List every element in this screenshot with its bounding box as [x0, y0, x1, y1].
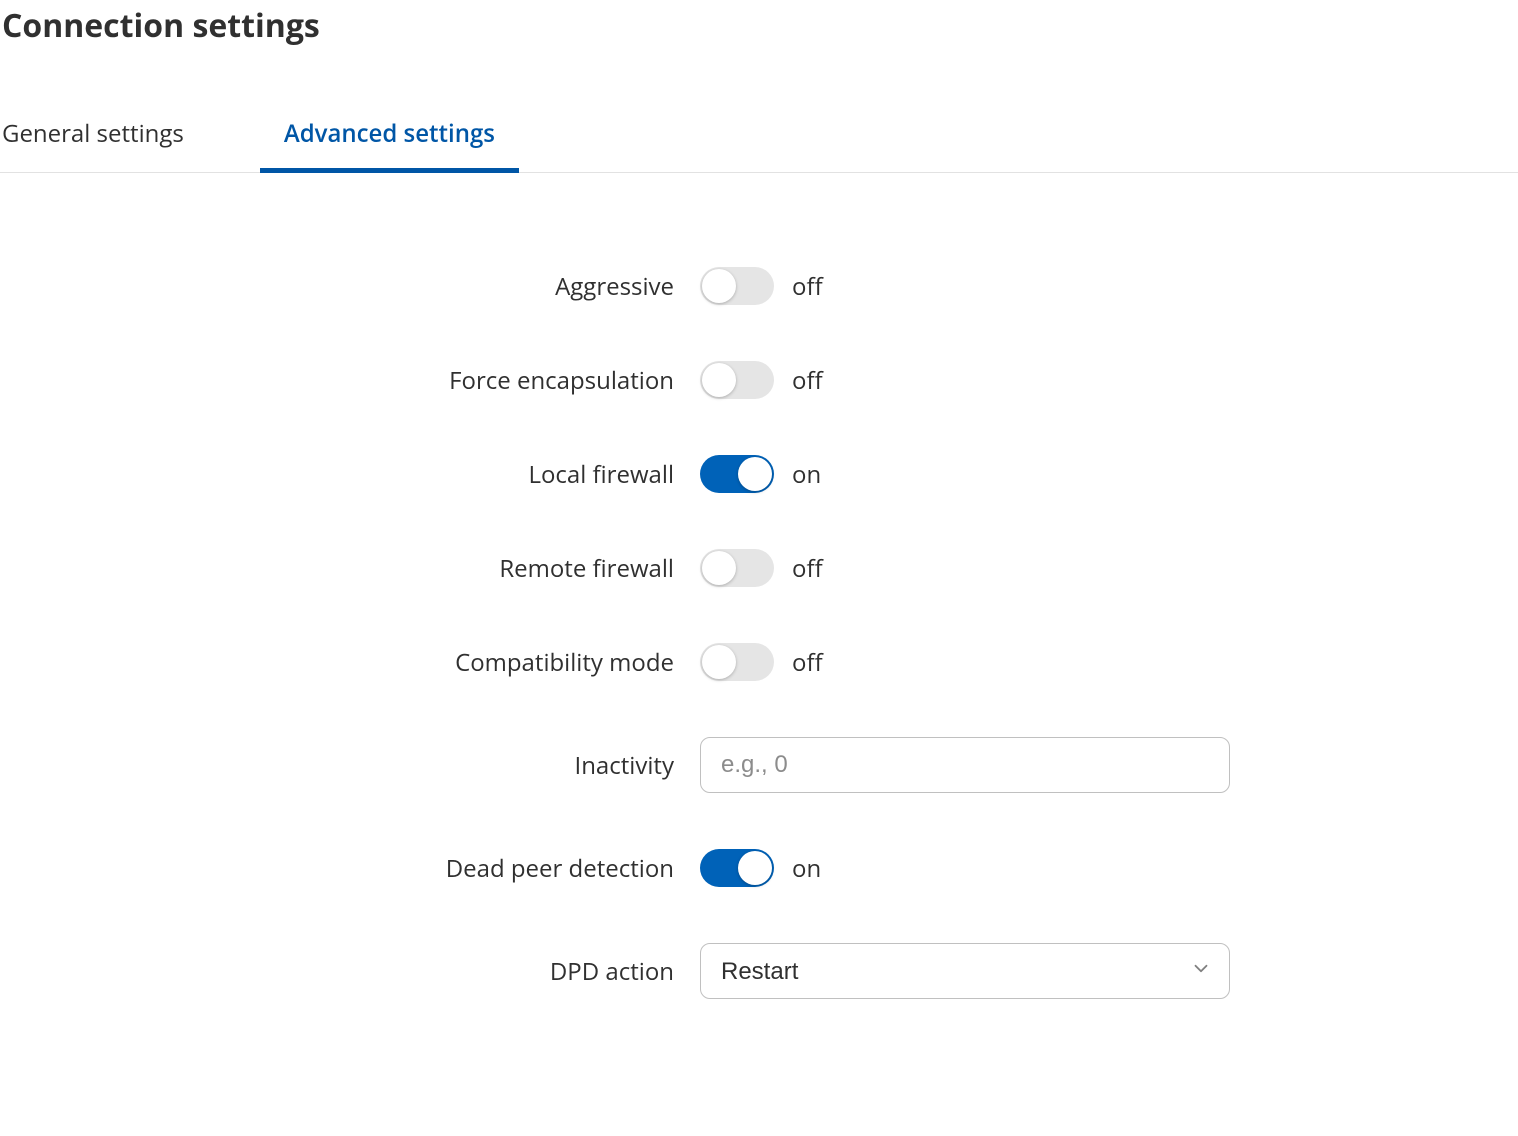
row-force-encapsulation: Force encapsulation off	[0, 361, 1518, 399]
label-force-encapsulation: Force encapsulation	[0, 364, 700, 397]
control-force-encapsulation: off	[700, 361, 823, 399]
control-dpd-action: Restart	[700, 943, 1230, 999]
row-aggressive: Aggressive off	[0, 267, 1518, 305]
control-local-firewall: on	[700, 455, 821, 493]
control-remote-firewall: off	[700, 549, 823, 587]
toggle-state-aggressive: off	[792, 270, 823, 303]
tab-general-settings[interactable]: General settings	[2, 107, 184, 172]
label-compatibility-mode: Compatibility mode	[0, 646, 700, 679]
control-compatibility-mode: off	[700, 643, 823, 681]
toggle-knob	[702, 551, 736, 585]
control-inactivity	[700, 737, 1230, 793]
label-inactivity: Inactivity	[0, 749, 700, 782]
toggle-knob	[702, 645, 736, 679]
row-local-firewall: Local firewall on	[0, 455, 1518, 493]
toggle-state-force-encapsulation: off	[792, 364, 823, 397]
label-aggressive: Aggressive	[0, 270, 700, 303]
row-compatibility-mode: Compatibility mode off	[0, 643, 1518, 681]
row-inactivity: Inactivity	[0, 737, 1518, 793]
toggle-local-firewall[interactable]	[700, 455, 774, 493]
row-dead-peer-detection: Dead peer detection on	[0, 849, 1518, 887]
toggle-dead-peer-detection[interactable]	[700, 849, 774, 887]
toggle-aggressive[interactable]	[700, 267, 774, 305]
dpd-action-select-wrapper: Restart	[700, 943, 1230, 999]
tab-advanced-settings[interactable]: Advanced settings	[284, 107, 495, 172]
control-aggressive: off	[700, 267, 823, 305]
toggle-state-dead-peer-detection: on	[792, 852, 821, 885]
toggle-state-local-firewall: on	[792, 458, 821, 491]
toggle-state-compatibility-mode: off	[792, 646, 823, 679]
settings-form: Aggressive off Force encapsulation off L…	[0, 173, 1518, 999]
control-dead-peer-detection: on	[700, 849, 821, 887]
label-dpd-action: DPD action	[0, 955, 700, 988]
label-dead-peer-detection: Dead peer detection	[0, 852, 700, 885]
row-dpd-action: DPD action Restart	[0, 943, 1518, 999]
dpd-action-select[interactable]: Restart	[700, 943, 1230, 999]
toggle-force-encapsulation[interactable]	[700, 361, 774, 399]
label-remote-firewall: Remote firewall	[0, 552, 700, 585]
toggle-compatibility-mode[interactable]	[700, 643, 774, 681]
toggle-knob	[702, 269, 736, 303]
toggle-knob	[702, 363, 736, 397]
toggle-knob	[738, 851, 772, 885]
toggle-remote-firewall[interactable]	[700, 549, 774, 587]
toggle-knob	[738, 457, 772, 491]
row-remote-firewall: Remote firewall off	[0, 549, 1518, 587]
toggle-state-remote-firewall: off	[792, 552, 823, 585]
inactivity-input[interactable]	[700, 737, 1230, 793]
page-title: Connection settings	[0, 0, 1518, 47]
label-local-firewall: Local firewall	[0, 458, 700, 491]
tabs: General settings Advanced settings	[0, 107, 1518, 173]
